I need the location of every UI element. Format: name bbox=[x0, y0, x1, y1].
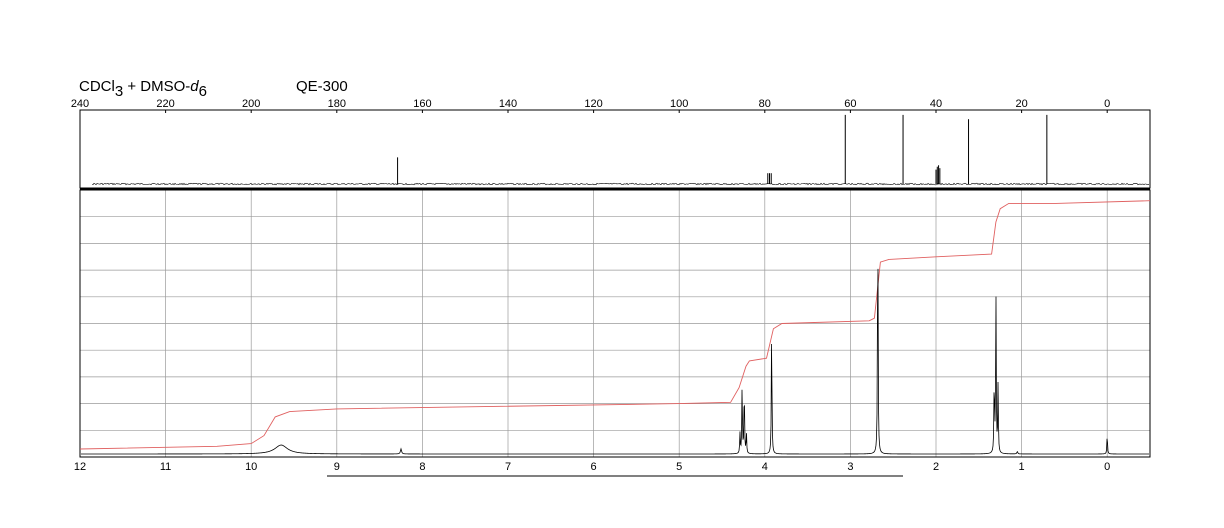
solvent-cdcl: CDCl bbox=[79, 78, 115, 95]
c13-x-tick-label: 40 bbox=[930, 98, 942, 110]
h1-x-tick-label: 3 bbox=[847, 461, 853, 473]
h1-x-tick-label: 11 bbox=[160, 461, 171, 473]
c13-x-tick-label: 0 bbox=[1104, 98, 1110, 110]
c13-x-tick-label: 200 bbox=[242, 98, 260, 110]
h1-spectrum-panel: 12 11 10 9 8 7 6 5 4 3 2 1 0 bbox=[74, 187, 1151, 473]
c13-x-tick-label: 160 bbox=[413, 98, 431, 110]
h1-x-tick-label: 2 bbox=[933, 461, 939, 473]
c13-spectrum-panel: 240 220 200 180 160 140 120 100 80 60 40 20 0 bbox=[71, 98, 1151, 189]
h1-x-tick-label: 0 bbox=[1104, 461, 1110, 473]
solvent-d-subscript: 6 bbox=[199, 83, 207, 100]
nmr-spectrum-figure: CDCl3 + DMSO-d6 QE-300 240 220 200 180 160 14… bbox=[71, 78, 1151, 477]
c13-x-tick-label: 60 bbox=[844, 98, 856, 110]
solvent-plus-dmso: + DMSO- bbox=[123, 78, 190, 95]
h1-x-tick-label: 1 bbox=[1019, 461, 1025, 473]
h1-x-tick-label: 12 bbox=[74, 461, 86, 473]
h1-x-tick-label: 4 bbox=[762, 461, 768, 473]
c13-plot-frame bbox=[79, 109, 1151, 189]
c13-x-tick-label: 140 bbox=[499, 98, 517, 110]
h1-x-tick-label: 5 bbox=[676, 461, 682, 473]
h1-x-tick-label: 9 bbox=[334, 461, 340, 473]
c13-x-tick-label: 220 bbox=[156, 98, 174, 110]
c13-x-tick-label: 20 bbox=[1015, 98, 1027, 110]
solvent-label: CDCl3 + DMSO-d6 bbox=[79, 78, 207, 100]
instrument-label: QE-300 bbox=[296, 78, 348, 95]
c13-x-tick-label: 100 bbox=[670, 98, 688, 110]
solvent-cdcl-subscript: 3 bbox=[115, 83, 123, 100]
h1-x-tick-label: 8 bbox=[419, 461, 425, 473]
c13-x-tick-label: 240 bbox=[71, 98, 89, 110]
c13-baseline bbox=[91, 182, 1150, 186]
h1-x-tick-label: 7 bbox=[505, 461, 511, 473]
c13-x-tick-label: 120 bbox=[584, 98, 602, 110]
h1-x-tick-label: 10 bbox=[245, 461, 257, 473]
c13-x-tick-label: 80 bbox=[759, 98, 771, 110]
h1-x-tick-label: 6 bbox=[591, 461, 597, 473]
h1-integral-curve bbox=[79, 200, 1151, 450]
c13-x-tick-label: 180 bbox=[328, 98, 346, 110]
